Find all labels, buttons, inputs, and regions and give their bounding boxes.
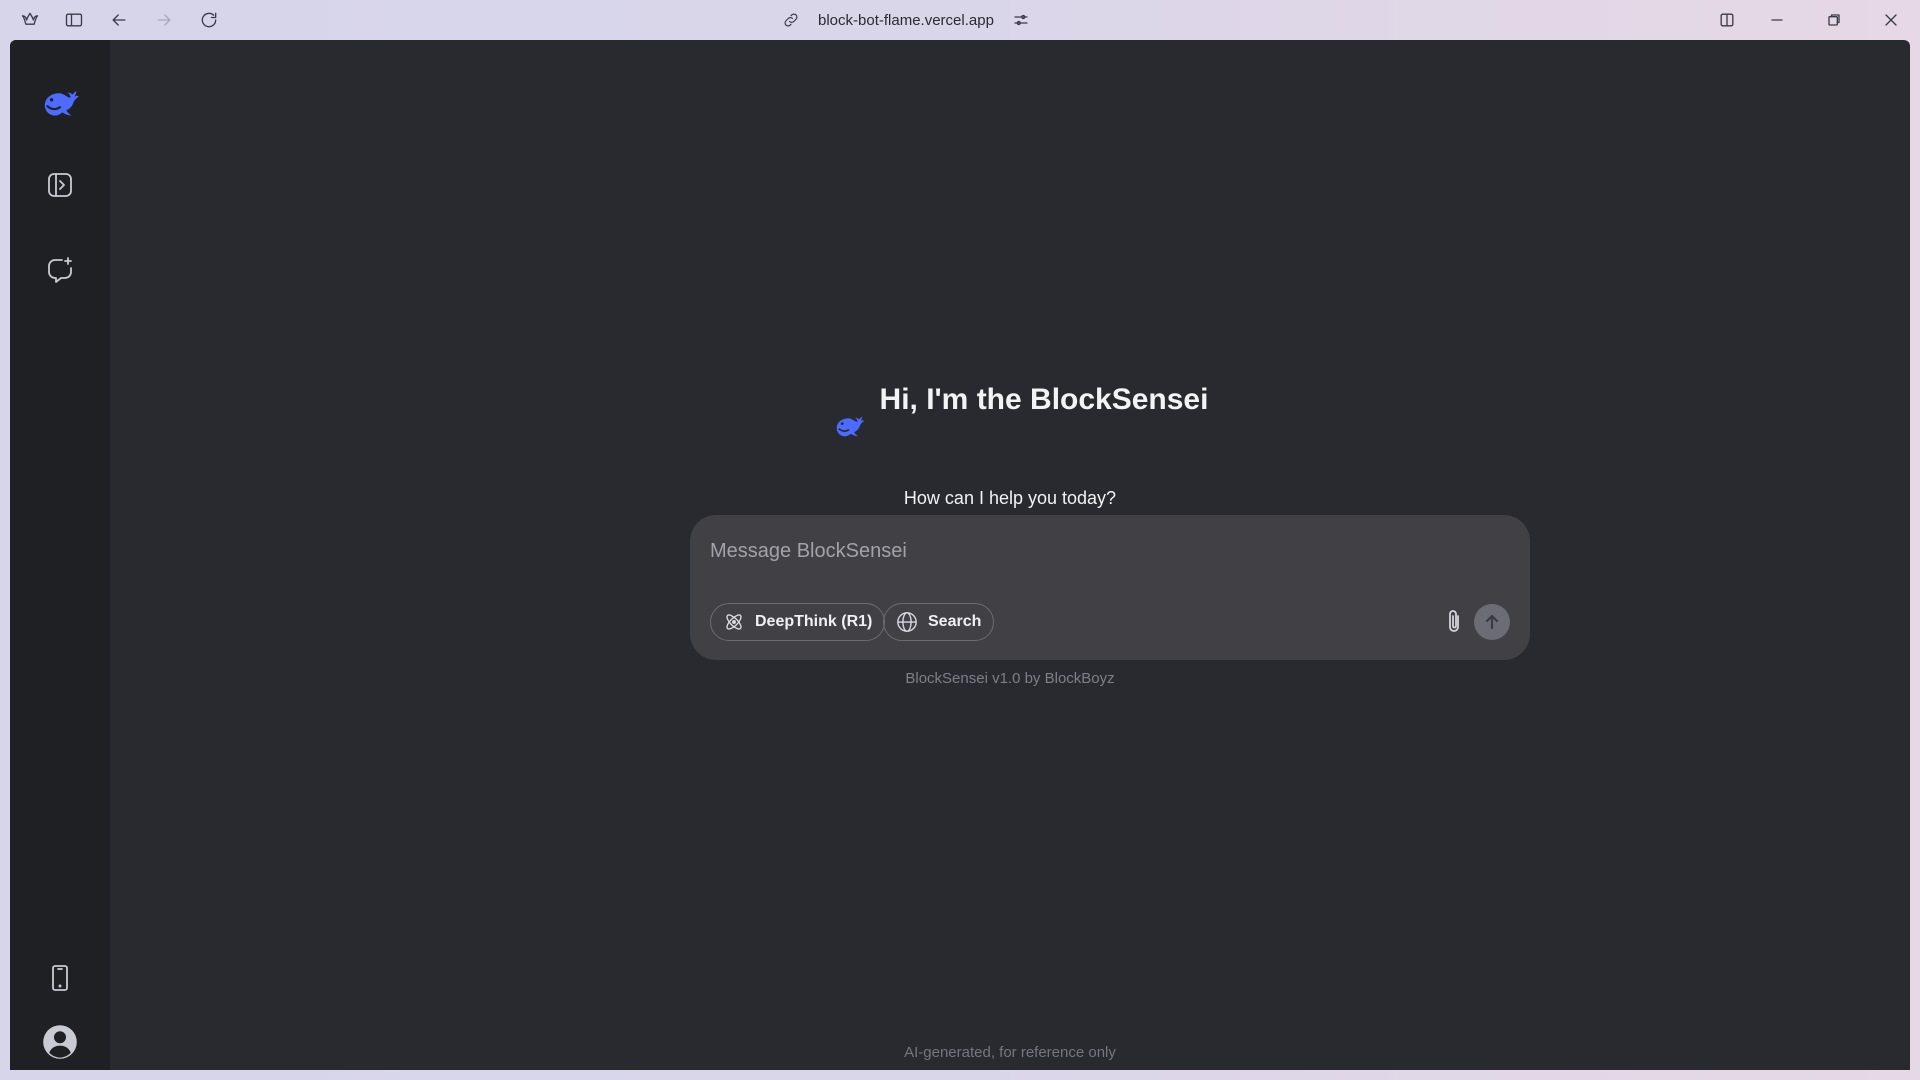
address-bar[interactable]: block-bot-flame.vercel.app [782, 6, 1062, 34]
attach-file-button[interactable] [1440, 608, 1468, 636]
whale-logo-icon[interactable] [38, 82, 82, 126]
arrow-up-icon [1485, 614, 1499, 630]
sliders-icon[interactable] [1012, 11, 1030, 29]
atom-icon [726, 614, 742, 630]
search-toggle-button[interactable]: Search [883, 603, 995, 641]
globe-icon [897, 612, 917, 632]
send-button[interactable] [1474, 604, 1510, 640]
user-avatar-icon[interactable] [40, 1022, 80, 1062]
message-composer: DeepThink (R1) Search [690, 515, 1530, 660]
browser-logo-icon[interactable] [16, 6, 44, 34]
address-url[interactable]: block-bot-flame.vercel.app [818, 12, 994, 29]
minimize-icon[interactable] [1763, 6, 1791, 34]
message-input[interactable] [710, 533, 1500, 569]
page-subtitle: How can I help you today? [903, 488, 1117, 508]
version-text: BlockSensei v1.0 by BlockBoyz [905, 670, 1115, 687]
phone-icon[interactable] [40, 958, 80, 998]
sidebar-rail [10, 40, 110, 1070]
panel-open-icon[interactable] [40, 165, 80, 205]
deepthink-toggle-button[interactable]: DeepThink (R1) [710, 603, 886, 641]
reload-icon[interactable] [195, 6, 223, 34]
main-area: Hi, I'm the BlockSensei How can I help y… [110, 40, 1910, 1070]
search-label: Search [928, 613, 982, 630]
link-icon [784, 13, 798, 27]
whale-logo-icon [836, 416, 864, 437]
close-icon[interactable] [1877, 6, 1905, 34]
sidebar-toggle-icon[interactable] [60, 6, 88, 34]
deepthink-label: DeepThink (R1) [755, 613, 873, 630]
restore-icon[interactable] [1820, 6, 1848, 34]
hero: Hi, I'm the BlockSensei How can I help y… [110, 380, 1910, 510]
forward-arrow-icon[interactable] [150, 6, 178, 34]
page-title: Hi, I'm the BlockSensei [879, 383, 1209, 416]
paperclip-icon [1449, 610, 1459, 632]
new-chat-icon[interactable] [40, 250, 80, 290]
app-window: Hi, I'm the BlockSensei How can I help y… [10, 40, 1910, 1070]
back-arrow-icon[interactable] [105, 6, 133, 34]
disclaimer-text: AI-generated, for reference only [904, 1044, 1116, 1061]
browser-titlebar: block-bot-flame.vercel.app [0, 0, 1920, 40]
split-view-icon[interactable] [1713, 6, 1741, 34]
